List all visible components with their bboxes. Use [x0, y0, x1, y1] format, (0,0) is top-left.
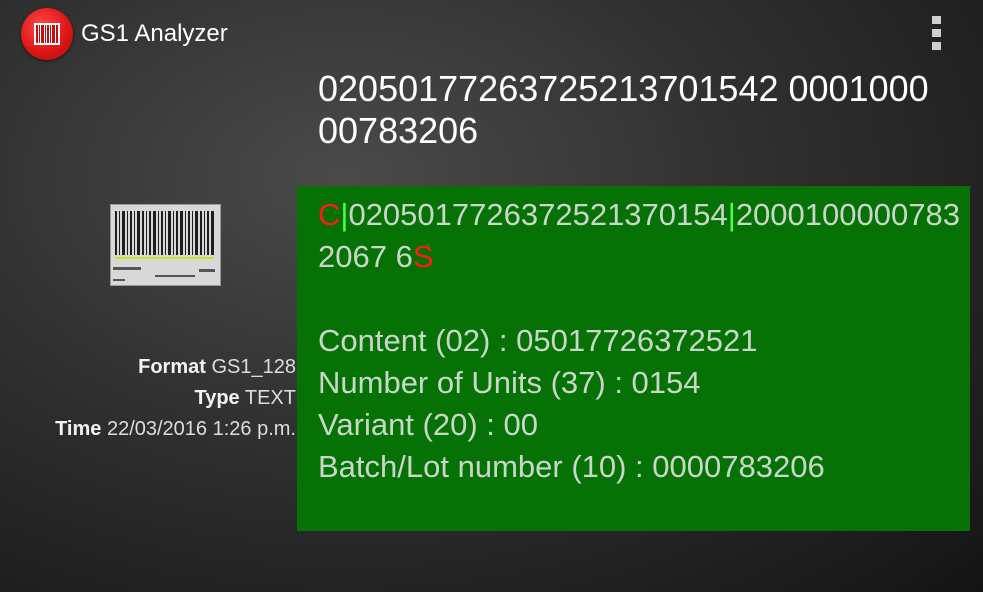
start-char: C	[318, 197, 341, 232]
time-row: Time 22/03/2016 1:26 p.m.	[0, 414, 296, 445]
format-value: GS1_128	[211, 356, 296, 378]
scan-details: Format GS1_128 Type TEXT Time 22/03/2016…	[0, 352, 296, 445]
field-list: Content (02) : 05017726372521 Number of …	[318, 320, 963, 488]
field-number-of-units: Number of Units (37) : 0154	[318, 365, 701, 400]
time-value: 22/03/2016 1:26 p.m.	[106, 418, 296, 440]
raw-barcode-text: 02050177263725213701542 0001000 00783206	[318, 68, 929, 151]
time-label: Time	[55, 418, 102, 440]
app-bar: GS1 Analyzer	[0, 0, 983, 66]
type-row: Type TEXT	[0, 383, 296, 414]
type-value: TEXT	[244, 387, 296, 409]
separator: |	[727, 197, 736, 232]
format-label: Format	[138, 356, 206, 378]
field-variant: Variant (20) : 00	[318, 407, 538, 442]
barcode-icon[interactable]	[21, 8, 73, 60]
end-char: S	[412, 239, 434, 274]
type-label: Type	[194, 387, 240, 409]
overflow-menu-icon[interactable]	[924, 14, 950, 52]
parsed-barcode: C|02050177263725213701​54|20001000007832…	[318, 194, 963, 278]
format-row: Format GS1_128	[0, 352, 296, 383]
segment-1: 02050177263725213701​54	[348, 197, 728, 232]
field-content: Content (02) : 05017726372521	[318, 323, 758, 358]
parse-result-panel[interactable]: C|02050177263725213701​54|20001000007832…	[297, 186, 970, 531]
field-batch-lot: Batch/Lot number (10) : 0000783206	[318, 449, 825, 484]
app-title: GS1 Analyzer	[81, 20, 228, 47]
barcode-thumbnail[interactable]	[110, 204, 221, 286]
